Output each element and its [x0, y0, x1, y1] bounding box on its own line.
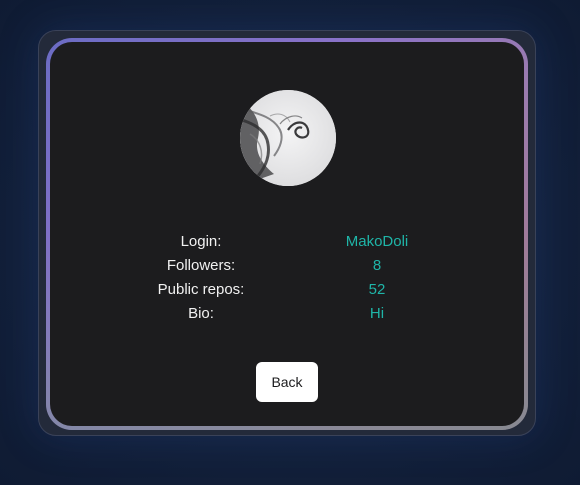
profile-card: Login: MakoDoli Followers: 8 Public repo… [50, 42, 524, 426]
public-repos-value: 52 [368, 281, 386, 298]
followers-row: Followers: 8 [50, 254, 524, 278]
followers-label: Followers: [166, 257, 236, 274]
bio-label: Bio: [188, 305, 214, 322]
user-avatar-photo-icon [240, 90, 336, 186]
public-repos-label: Public repos: [157, 281, 245, 298]
login-row: Login: MakoDoli [50, 230, 524, 254]
login-label: Login: [180, 233, 222, 250]
followers-value: 8 [372, 257, 382, 274]
login-value: MakoDoli [345, 233, 409, 250]
bio-value: Hi [369, 305, 385, 322]
bio-row: Bio: Hi [50, 302, 524, 326]
profile-card-frame: Login: MakoDoli Followers: 8 Public repo… [46, 38, 528, 430]
back-button[interactable]: Back [256, 362, 318, 402]
avatar [240, 90, 336, 186]
profile-info: Login: MakoDoli Followers: 8 Public repo… [50, 230, 524, 326]
public-repos-row: Public repos: 52 [50, 278, 524, 302]
